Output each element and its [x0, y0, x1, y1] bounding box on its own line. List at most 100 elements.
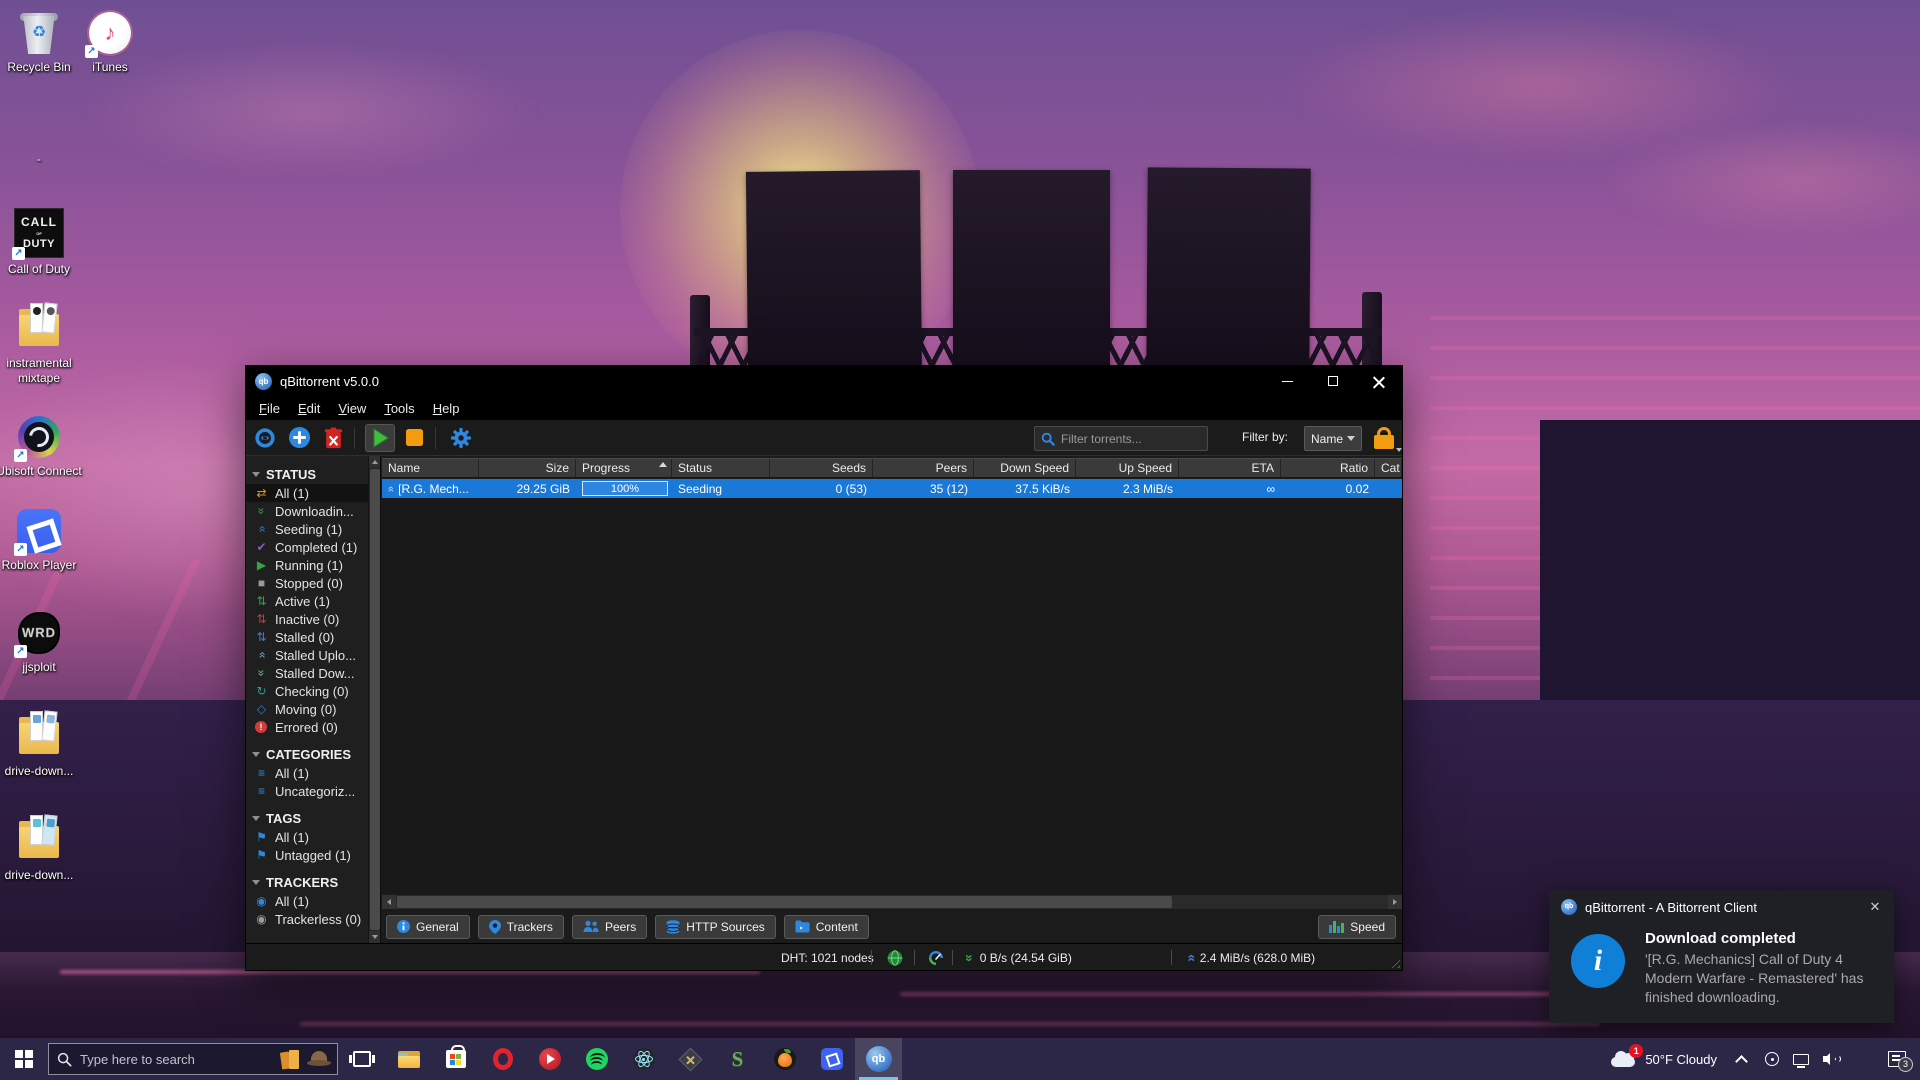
start-button[interactable] [0, 1038, 48, 1080]
desktop-icon-ubisoft-connect[interactable]: ↗ Ubisoft Connect [0, 414, 87, 479]
tab-general[interactable]: General [386, 915, 470, 939]
close-button[interactable] [1356, 366, 1402, 396]
connection-status-button[interactable] [887, 944, 903, 971]
network-button[interactable] [1793, 1054, 1809, 1065]
scroll-down-button[interactable] [369, 931, 381, 943]
column-header-size[interactable]: Size [479, 459, 576, 477]
menu-edit[interactable]: Edit [289, 398, 329, 419]
sidebar-item-categories-all[interactable]: ≡All (1) [246, 764, 380, 782]
stop-button[interactable] [399, 424, 429, 452]
options-button[interactable] [446, 424, 476, 452]
column-header-seeds[interactable]: Seeds [770, 459, 873, 477]
column-header-status[interactable]: Status [672, 459, 770, 477]
resume-button[interactable] [365, 424, 395, 452]
electron-app-button[interactable] [620, 1038, 667, 1080]
action-center-button[interactable]: 3 [1888, 1051, 1906, 1067]
sidebar-item-stalled[interactable]: ⇅Stalled (0) [246, 628, 380, 646]
status-section-header[interactable]: STATUS [246, 464, 380, 484]
fl-studio-button[interactable] [761, 1038, 808, 1080]
sidebar-item-inactive[interactable]: ⇅Inactive (0) [246, 610, 380, 628]
roblox-button[interactable] [808, 1038, 855, 1080]
lock-button[interactable] [1372, 424, 1398, 452]
sidebar-item-checking[interactable]: ↻Checking (0) [246, 682, 380, 700]
sidebar-item-all[interactable]: ⇄All (1) [246, 484, 380, 502]
minimize-button[interactable] [1264, 366, 1310, 396]
torrent-search-box[interactable] [1034, 426, 1208, 451]
add-torrent-link-button[interactable] [250, 424, 280, 452]
trackers-section-header[interactable]: TRACKERS [246, 872, 380, 892]
menu-view[interactable]: View [329, 398, 375, 419]
taskbar-search-box[interactable] [48, 1043, 338, 1075]
tab-trackers[interactable]: Trackers [478, 915, 564, 939]
maximize-button[interactable] [1310, 366, 1356, 396]
volume-button[interactable] [1823, 1052, 1841, 1066]
s-app-button[interactable]: S [714, 1038, 761, 1080]
scroll-up-button[interactable] [369, 456, 381, 468]
scroll-left-button[interactable] [382, 895, 396, 909]
desktop-icon-call-of-duty[interactable]: CALL OF DUTY ↗ Call of Duty [0, 208, 87, 277]
torrent-list-empty-area[interactable] [382, 498, 1402, 893]
tab-http-sources[interactable]: HTTP Sources [655, 915, 775, 939]
search-input[interactable] [1061, 432, 1191, 446]
sidebar-item-completed[interactable]: ✔Completed (1) [246, 538, 380, 556]
filter-by-dropdown[interactable]: Name [1304, 426, 1362, 451]
column-header-name[interactable]: Name [382, 459, 479, 477]
desktop-icon-roblox-player[interactable]: ↗ Roblox Player [0, 508, 87, 573]
delete-torrent-button[interactable] [318, 424, 348, 452]
desktop-icon-jjsploit[interactable]: WRD ↗ jjsploit [0, 610, 87, 675]
sidebar-item-stalled-uploading[interactable]: »Stalled Uplo... [246, 646, 380, 664]
resize-grip[interactable] [1388, 956, 1400, 968]
sidebar-item-uncategorized[interactable]: ≡Uncategoriz... [246, 782, 380, 800]
desktop-icon-drive-download-1[interactable]: drive-down... [0, 714, 87, 779]
alt-speed-button[interactable] [928, 944, 944, 971]
sidebar-item-errored[interactable]: !Errored (0) [246, 718, 380, 736]
notification-toast[interactable]: qb qBittorrent - A Bittorrent Client ✕ i… [1549, 890, 1894, 1023]
sidebar-item-trackers-all[interactable]: ◉All (1) [246, 892, 380, 910]
column-header-down-speed[interactable]: Down Speed [974, 459, 1076, 477]
task-view-button[interactable] [338, 1038, 385, 1080]
menu-file[interactable]: File [250, 398, 289, 419]
microsoft-store-button[interactable] [432, 1038, 479, 1080]
column-header-peers[interactable]: Peers [873, 459, 974, 477]
desktop-icon-dash[interactable]: - [0, 152, 87, 167]
column-header-eta[interactable]: ETA [1179, 459, 1281, 477]
menu-tools[interactable]: Tools [375, 398, 423, 419]
tags-section-header[interactable]: TAGS [246, 808, 380, 828]
weather-text[interactable]: 50°F Cloudy [1645, 1052, 1717, 1067]
scroll-right-button[interactable] [1388, 895, 1402, 909]
categories-section-header[interactable]: CATEGORIES [246, 744, 380, 764]
tab-speed[interactable]: Speed [1318, 915, 1396, 939]
file-explorer-button[interactable] [385, 1038, 432, 1080]
add-torrent-file-button[interactable] [284, 424, 314, 452]
sidebar-item-stalled-downloading[interactable]: »Stalled Dow... [246, 664, 380, 682]
desktop-icon-drive-download-2[interactable]: drive-down... [0, 818, 87, 883]
menu-help[interactable]: Help [424, 398, 469, 419]
sidebar-item-seeding[interactable]: »Seeding (1) [246, 520, 380, 538]
taskbar-search-input[interactable] [80, 1052, 255, 1067]
sidebar-item-moving[interactable]: ◇Moving (0) [246, 700, 380, 718]
torrent-row-selected[interactable]: » [R.G. Mech... 29.25 GiB 100% Seeding 0… [382, 479, 1402, 498]
tray-expand-chevron-icon[interactable] [1735, 1055, 1748, 1068]
column-header-category[interactable]: Cat [1375, 459, 1402, 477]
sidebar-item-running[interactable]: ▶Running (1) [246, 556, 380, 574]
sidebar-item-downloading[interactable]: »Downloadin... [246, 502, 380, 520]
toast-close-button[interactable]: ✕ [1866, 898, 1884, 916]
sidebar-item-tags-all[interactable]: ⚑All (1) [246, 828, 380, 846]
desktop-icon-instramental-mixtape[interactable]: instramental mixtape [0, 306, 87, 386]
column-header-ratio[interactable]: Ratio [1281, 459, 1375, 477]
sidebar-item-active[interactable]: ⇅Active (1) [246, 592, 380, 610]
column-header-up-speed[interactable]: Up Speed [1076, 459, 1179, 477]
sidebar-item-trackerless[interactable]: ◉Trackerless (0) [246, 910, 380, 928]
x-diamond-app-button[interactable] [667, 1038, 714, 1080]
opera-button[interactable] [479, 1038, 526, 1080]
scrollbar-thumb[interactable] [397, 896, 1172, 908]
column-header-progress[interactable]: Progress [576, 459, 672, 477]
scrollbar-thumb[interactable] [370, 469, 380, 930]
sidebar-item-untagged[interactable]: ⚑Untagged (1) [246, 846, 380, 864]
tab-peers[interactable]: Peers [572, 915, 647, 939]
sidebar-item-stopped[interactable]: ■Stopped (0) [246, 574, 380, 592]
weather-cloud-icon[interactable]: 1 [1609, 1049, 1639, 1069]
media-player-button[interactable] [526, 1038, 573, 1080]
horizontal-scrollbar[interactable] [382, 895, 1402, 909]
tray-app-button[interactable] [1765, 1052, 1779, 1066]
